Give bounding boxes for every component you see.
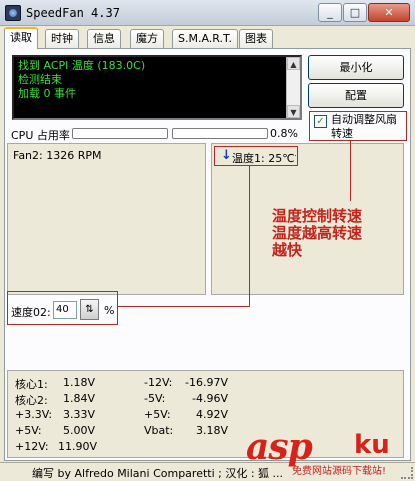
fan-speed-control: 速度02: 40 ⇅ % — [7, 291, 118, 325]
voltage-value: 5.00V — [62, 424, 95, 437]
tab-clock[interactable]: 时钟 — [45, 29, 79, 48]
cpu-usage-bar-1 — [72, 128, 168, 139]
scroll-down-icon[interactable]: ▼ — [287, 105, 300, 118]
watermark-brand2: ku — [354, 430, 390, 460]
temperature-reading: 温度1: 25℃ — [232, 152, 295, 165]
speed-label: 速度02: — [11, 306, 51, 319]
log-line: 找到 ACPI 温度 (183.0C) — [18, 59, 146, 72]
voltage-value: -16.97V — [185, 376, 228, 389]
auto-fan-speed-checkbox[interactable]: ✓ 自动调整风扇转速 — [309, 111, 407, 141]
configure-button[interactable]: 配置 — [308, 83, 404, 108]
log-line: 检测结束 — [18, 73, 62, 86]
annotation-line — [350, 200, 351, 201]
voltage-value: 3.18V — [195, 424, 228, 437]
maximize-window-button[interactable]: □ — [343, 3, 367, 22]
voltage-label: 核心1: — [15, 378, 48, 391]
voltage-label: -12V: — [144, 376, 173, 389]
minimize-window-button[interactable]: _ — [318, 3, 342, 22]
annotation-line — [118, 306, 250, 307]
voltage-label: 核心2: — [15, 394, 48, 407]
auto-fan-label: 自动调整风扇转速 — [331, 113, 397, 140]
annotation-line-text: 温度越高转速 — [272, 224, 363, 242]
minimize-button[interactable]: 最小化 — [308, 55, 404, 80]
tab-readings[interactable]: 读取 — [4, 27, 38, 49]
title-bar[interactable]: SpeedFan 4.37 _ □ ✕ — [0, 0, 415, 26]
cpu-usage-percent: 0.8% — [270, 127, 298, 140]
scroll-up-icon[interactable]: ▲ — [287, 57, 300, 70]
window-title: SpeedFan 4.37 — [26, 6, 120, 20]
log-scrollbar[interactable]: ▲ ▼ — [286, 57, 300, 118]
tab-charts[interactable]: 图表 — [239, 29, 273, 48]
voltage-value: 1.18V — [62, 376, 95, 389]
speed-input[interactable]: 40 — [53, 301, 77, 319]
log-line: 加载 0 事件 — [18, 87, 76, 100]
voltage-value: 11.90V — [57, 440, 97, 453]
temperature-highlight: ↓ 温度1: 25℃ — [214, 146, 298, 166]
tab-exotics[interactable]: 魔方 — [130, 29, 164, 48]
watermark-subtitle: 免费网站源码下载站! — [292, 466, 387, 477]
voltage-label: +5V: — [15, 424, 42, 437]
event-log[interactable]: 找到 ACPI 温度 (183.0C) 检测结束 加载 0 事件 ▲ ▼ — [12, 55, 302, 120]
tab-smart[interactable]: S.M.A.R.T. — [172, 29, 238, 48]
cpu-usage-bar-2 — [172, 128, 268, 139]
annotation-line — [249, 165, 250, 306]
speed-spinner-icon[interactable]: ⇅ — [80, 299, 99, 320]
tab-info[interactable]: 信息 — [87, 29, 121, 48]
voltage-label: Vbat: — [144, 424, 174, 437]
voltage-label: +3.3V: — [15, 408, 53, 421]
speedfan-app-icon — [5, 5, 21, 21]
fan-reading: Fan2: 1326 RPM — [13, 149, 102, 162]
speed-unit: % — [104, 304, 115, 317]
fan-panel: Fan2: 1326 RPM — [7, 143, 206, 295]
close-window-button[interactable]: ✕ — [368, 3, 410, 22]
watermark-logo: asp ku 免费网站源码下载站! — [246, 424, 415, 479]
annotation-text: 温度控制转速 温度越高转速 越快 — [272, 208, 382, 259]
voltage-label: -5V: — [144, 392, 166, 405]
voltage-value: 4.92V — [195, 408, 228, 421]
cpu-usage-label: CPU 占用率 — [11, 129, 70, 142]
voltage-value: 3.33V — [62, 408, 95, 421]
voltage-label: +5V: — [144, 408, 171, 421]
annotation-line — [295, 155, 296, 156]
annotation-line-text: 越快 — [272, 241, 303, 259]
arrow-down-icon: ↓ — [221, 148, 232, 163]
check-icon[interactable]: ✓ — [314, 115, 327, 128]
annotation-line — [350, 141, 351, 200]
voltage-label: +12V: — [15, 440, 49, 453]
voltage-value: 1.84V — [62, 392, 95, 405]
annotation-line-text: 温度控制转速 — [272, 207, 363, 225]
speedfan-window: SpeedFan 4.37 _ □ ✕ 读取 时钟 信息 魔方 S.M.A.R.… — [0, 0, 415, 481]
voltage-value: -4.96V — [192, 392, 228, 405]
